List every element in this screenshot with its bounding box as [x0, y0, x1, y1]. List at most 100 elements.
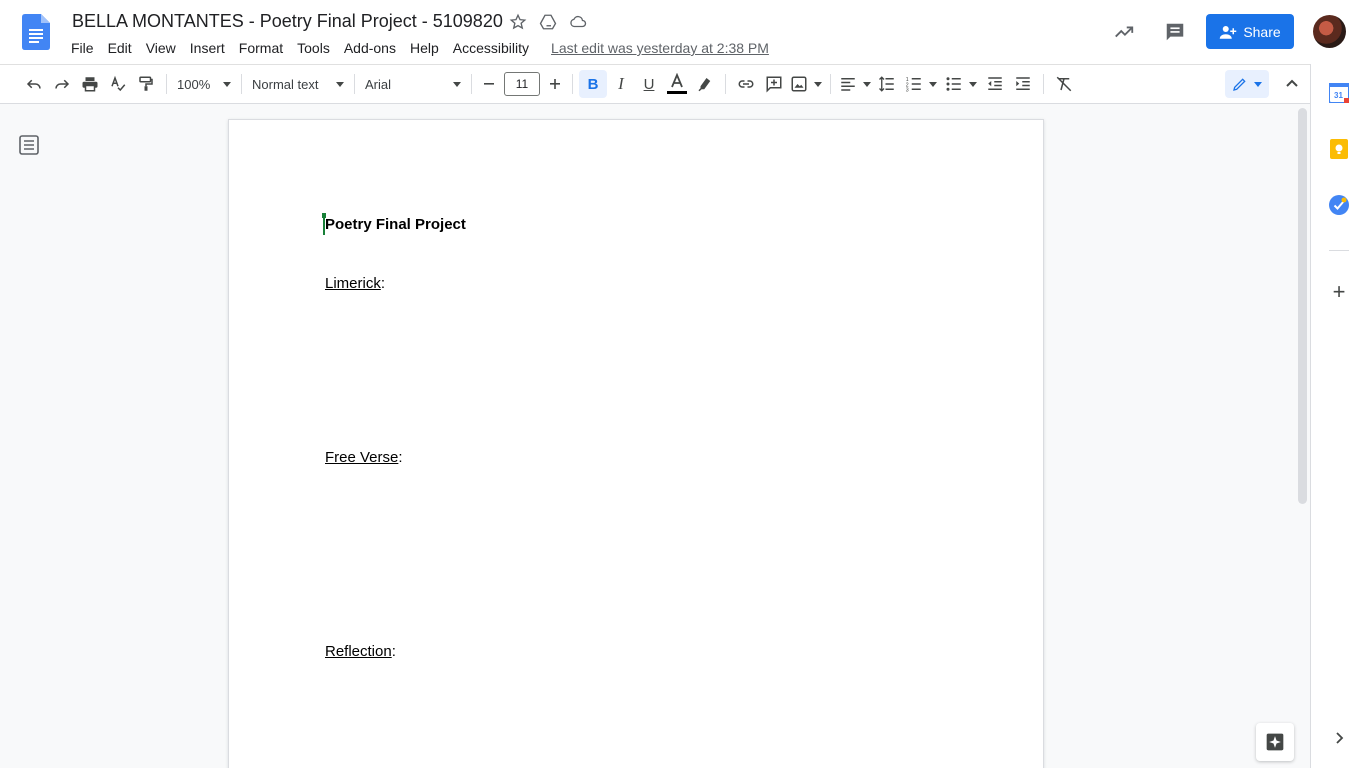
highlighter-icon [698, 78, 711, 92]
add-comment-button[interactable] [760, 70, 788, 98]
menu-insert[interactable]: Insert [183, 38, 232, 58]
decrease-font-size-button[interactable] [478, 70, 500, 98]
style-dropdown[interactable]: Normal text [248, 70, 348, 98]
section-colon: : [398, 449, 403, 466]
header: BELLA MONTANTES - Poetry Final Project -… [0, 0, 1366, 64]
move-to-drive-icon[interactable] [538, 11, 558, 33]
undo-icon [26, 79, 41, 89]
toolbar-divider [572, 74, 573, 94]
plus-icon [550, 79, 560, 89]
last-edit-link[interactable]: Last edit was yesterday at 2:38 PM [551, 40, 769, 56]
zoom-dropdown[interactable]: 100% [173, 70, 235, 98]
menu-view[interactable]: View [139, 38, 183, 58]
paint-format-button[interactable] [132, 70, 160, 98]
menu-help[interactable]: Help [403, 38, 446, 58]
decrease-indent-button[interactable] [981, 70, 1009, 98]
chevron-down-icon [336, 81, 344, 87]
spellcheck-button[interactable] [104, 70, 132, 98]
menu-accessibility[interactable]: Accessibility [446, 38, 536, 58]
line-spacing-button[interactable] [873, 70, 901, 98]
editing-mode-dropdown[interactable] [1225, 70, 1269, 98]
style-value: Normal text [252, 76, 319, 92]
toolbar-divider [241, 74, 242, 94]
document-title[interactable]: BELLA MONTANTES - Poetry Final Project -… [72, 11, 503, 32]
chevron-up-icon [1286, 79, 1298, 87]
minus-icon [484, 83, 494, 85]
chevron-down-icon [929, 81, 937, 87]
star-icon[interactable] [508, 11, 528, 33]
get-add-ons-plus-icon[interactable]: + [1329, 281, 1349, 303]
insert-image-button[interactable] [788, 70, 824, 98]
insert-link-button[interactable] [732, 70, 760, 98]
docs-app: BELLA MONTANTES - Poetry Final Project -… [0, 0, 1366, 768]
menu-format[interactable]: Format [232, 38, 290, 58]
link-icon [738, 80, 754, 88]
toolbar-divider [166, 74, 167, 94]
numbered-list-button[interactable]: 123 [901, 70, 941, 98]
bulleted-list-icon [946, 77, 961, 91]
cloud-saved-icon[interactable] [568, 11, 588, 33]
section-reflection: Reflection: [325, 643, 396, 660]
title-icons [508, 11, 588, 33]
tasks-icon[interactable] [1329, 195, 1349, 215]
underline-button[interactable]: U [635, 70, 663, 98]
chevron-down-icon [814, 81, 822, 87]
activity-dashboard-icon[interactable] [1110, 14, 1138, 50]
add-person-icon [1220, 25, 1237, 39]
chevron-down-icon [969, 81, 977, 87]
avatar[interactable] [1313, 15, 1346, 48]
chevron-down-icon [453, 81, 461, 87]
menu-bar: File Edit View Insert Format Tools Add-o… [64, 38, 769, 58]
print-button[interactable] [76, 70, 104, 98]
font-size-input[interactable]: 11 [504, 72, 540, 96]
explore-button[interactable] [1256, 723, 1294, 761]
bold-icon: B [587, 75, 599, 93]
scrollbar-thumb[interactable] [1298, 108, 1307, 504]
align-left-icon [841, 78, 855, 91]
line-spacing-icon [879, 76, 894, 92]
toolbar-divider [1043, 74, 1044, 94]
clear-formatting-button[interactable] [1050, 70, 1078, 98]
clear-formatting-icon [1056, 76, 1072, 92]
toolbar-divider [354, 74, 355, 94]
document-heading: Poetry Final Project [325, 216, 466, 233]
increase-font-size-button[interactable] [544, 70, 566, 98]
chevron-down-icon [1254, 81, 1262, 87]
highlight-color-button[interactable] [691, 70, 719, 98]
redo-button[interactable] [48, 70, 76, 98]
outline-icon [19, 135, 39, 155]
keep-icon[interactable] [1329, 139, 1349, 159]
menu-file[interactable]: File [64, 38, 101, 58]
menu-add-ons[interactable]: Add-ons [337, 38, 403, 58]
menu-edit[interactable]: Edit [101, 38, 139, 58]
align-dropdown[interactable] [837, 70, 873, 98]
image-icon [791, 76, 807, 92]
share-button[interactable]: Share [1206, 14, 1294, 49]
section-label: Reflection [325, 643, 392, 660]
text-color-button[interactable] [663, 70, 691, 98]
docs-logo-icon[interactable] [22, 14, 50, 50]
hide-menus-button[interactable] [1280, 70, 1304, 98]
document-outline-button[interactable] [17, 133, 41, 157]
section-label: Limerick [325, 275, 381, 292]
toolbar: 100% Normal text Arial 11 B I U 1 2 3 [0, 64, 1310, 104]
document-page[interactable]: Poetry Final Project Limerick: Free Vers… [228, 119, 1044, 768]
increase-indent-button[interactable] [1009, 70, 1037, 98]
bold-button[interactable]: B [579, 70, 607, 98]
calendar-icon[interactable]: 31 [1328, 82, 1350, 104]
undo-button[interactable] [20, 70, 48, 98]
section-free-verse: Free Verse: [325, 449, 403, 466]
menu-tools[interactable]: Tools [290, 38, 337, 58]
pencil-icon [1233, 78, 1246, 91]
italic-button[interactable]: I [607, 70, 635, 98]
chevron-down-icon [863, 81, 871, 87]
bulleted-list-button[interactable] [941, 70, 981, 98]
add-comment-icon [766, 76, 782, 93]
section-colon: : [380, 275, 386, 292]
chevron-right-icon[interactable] [1331, 730, 1347, 746]
explore-sparkle-icon [1266, 733, 1284, 751]
comments-icon[interactable] [1161, 14, 1189, 50]
print-icon [82, 77, 98, 92]
font-dropdown[interactable]: Arial [361, 70, 465, 98]
chevron-down-icon [223, 81, 231, 87]
